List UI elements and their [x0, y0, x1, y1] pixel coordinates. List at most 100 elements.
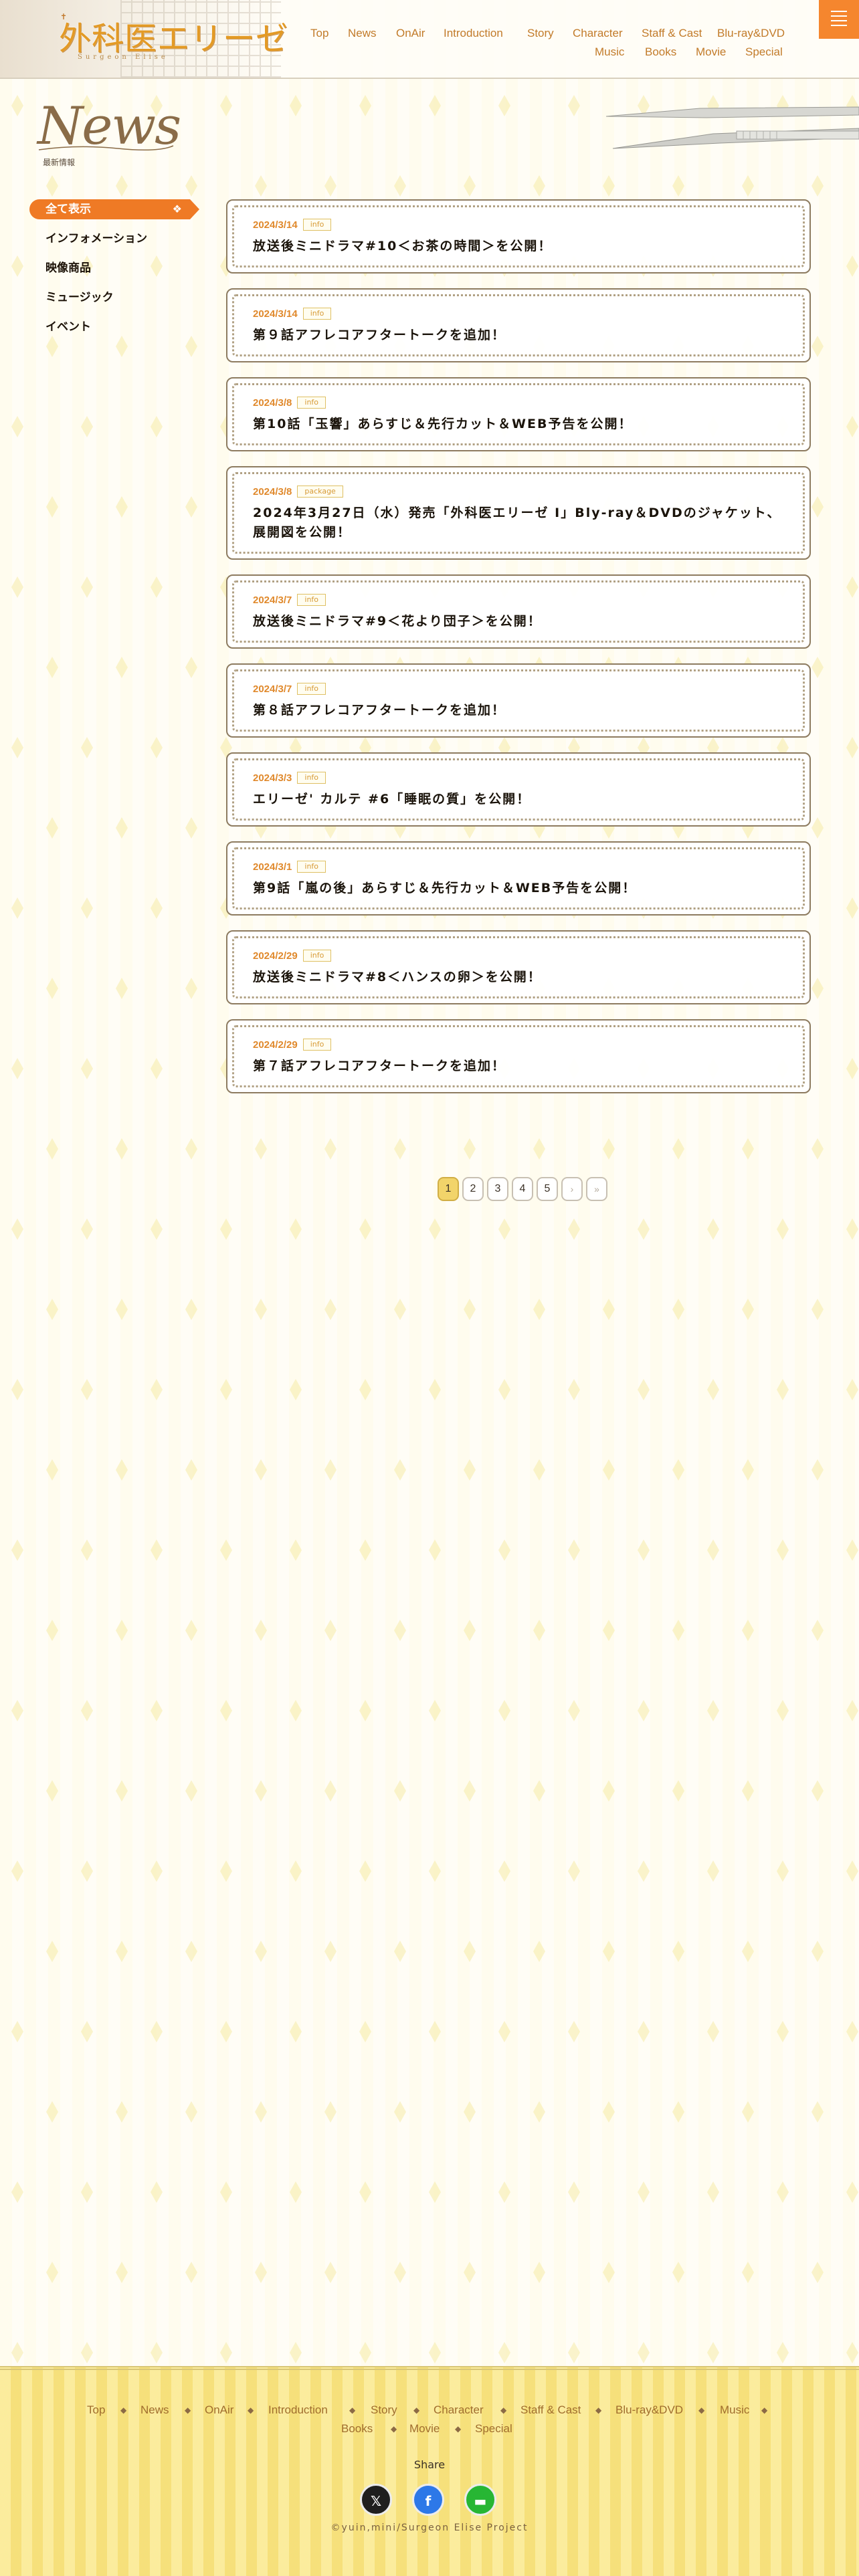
footer-link-music[interactable]: Music — [720, 2403, 749, 2417]
news-tag: info — [297, 772, 326, 784]
nav-link-music[interactable]: Music — [595, 45, 624, 59]
menu-button[interactable] — [819, 0, 859, 39]
nav-link-books[interactable]: Books — [645, 45, 676, 59]
news-title: 放送後ミニドラマ#9＜花より団子＞を公開！ — [253, 614, 542, 629]
category-information[interactable]: インフォメーション — [29, 229, 190, 258]
news-title: 第9話「嵐の後」あらすじ＆先行カット＆WEB予告を公開！ — [253, 881, 637, 895]
news-tag: info — [302, 219, 332, 231]
news-date: 2024/3/14 — [253, 308, 298, 320]
separator-diamond-icon: ◆ — [248, 2405, 254, 2415]
nav-link-staff-cast[interactable]: Staff & Cast — [642, 27, 702, 40]
nav-link-character[interactable]: Character — [573, 27, 623, 40]
category-all[interactable]: 全て表示 ❖ — [29, 199, 199, 219]
news-title: 放送後ミニドラマ#10＜お茶の時間＞を公開！ — [253, 239, 553, 253]
line-share-button[interactable]: ▬ — [464, 2484, 496, 2516]
separator-diamond-icon: ◆ — [500, 2405, 507, 2415]
x-share-button[interactable]: 𝕏 — [360, 2484, 392, 2516]
news-item[interactable]: 2024/3/1 info 第9話「嵐の後」あらすじ＆先行カット＆WEB予告を公開… — [226, 841, 811, 916]
nav-link-top[interactable]: Top — [310, 27, 328, 40]
nav-link-special[interactable]: Special — [745, 45, 783, 59]
pagination: 1 2 3 4 5 › » — [438, 1177, 607, 1201]
separator-diamond-icon: ◆ — [698, 2405, 705, 2415]
footer-link-news[interactable]: News — [140, 2403, 169, 2417]
line-icon: ▬ — [474, 2493, 487, 2509]
nav-link-news[interactable]: News — [348, 27, 377, 40]
page-title-ja: 最新情報 — [43, 158, 76, 167]
news-item[interactable]: 2024/3/3 info エリーゼ' カルテ #6「睡眠の質」を公開！ — [226, 752, 811, 827]
category-video[interactable]: 映像商品 — [29, 258, 190, 288]
news-list: 2024/3/14 info 放送後ミニドラマ#10＜お茶の時間＞を公開！ 202… — [226, 199, 811, 1108]
footer-link-bluray-dvd[interactable]: Blu-ray&DVD — [615, 2403, 683, 2417]
page-button-current[interactable]: 1 — [438, 1177, 459, 1201]
footer-link-story[interactable]: Story — [371, 2403, 397, 2417]
footer-link-character[interactable]: Character — [434, 2403, 484, 2417]
page-button[interactable]: 4 — [512, 1177, 533, 1201]
site-logo[interactable]: ✝ 外科医エリーゼ Surgeon Elise — [59, 12, 308, 64]
nav-link-movie[interactable]: Movie — [696, 45, 726, 59]
diamond-icon: ❖ — [172, 203, 182, 215]
category-label: ミュージック — [45, 291, 114, 304]
logo-text: 外科医エリーゼ — [59, 20, 289, 58]
news-title: エリーゼ' カルテ #6「睡眠の質」を公開！ — [253, 792, 531, 807]
separator-diamond-icon: ◆ — [595, 2405, 602, 2415]
category-label: 映像商品 — [45, 261, 91, 275]
news-title: 第７話アフレコアフタートークを追加！ — [253, 1059, 506, 1073]
news-tag: info — [297, 861, 326, 873]
page-button[interactable]: 2 — [462, 1177, 484, 1201]
news-date: 2024/3/3 — [253, 772, 292, 784]
page-title: News 最新情報 — [37, 100, 181, 168]
news-date: 2024/3/1 — [253, 861, 292, 873]
category-event[interactable]: イベント — [29, 317, 190, 346]
news-tag: info — [297, 594, 326, 606]
news-date: 2024/2/29 — [253, 1039, 298, 1051]
news-item[interactable]: 2024/3/8 info 第10話「玉響」あらすじ＆先行カット＆WEB予告を公開… — [226, 377, 811, 451]
scalpel-illustration — [605, 106, 859, 149]
nav-link-onair[interactable]: OnAir — [396, 27, 425, 40]
news-item[interactable]: 2024/3/14 info 放送後ミニドラマ#10＜お茶の時間＞を公開！ — [226, 199, 811, 274]
category-label: インフォメーション — [45, 232, 148, 245]
copyright: ©yuin,mini/Surgeon Elise Project — [330, 2523, 529, 2533]
news-date: 2024/2/29 — [253, 950, 298, 962]
news-item[interactable]: 2024/3/7 info 第８話アフレコアフタートークを追加！ — [226, 663, 811, 738]
news-title: 第10話「玉響」あらすじ＆先行カット＆WEB予告を公開！ — [253, 417, 633, 431]
footer-link-introduction[interactable]: Introduction — [268, 2403, 328, 2417]
nav-link-story[interactable]: Story — [527, 27, 554, 40]
footer-link-movie[interactable]: Movie — [409, 2422, 440, 2436]
news-tag: info — [302, 1039, 332, 1051]
nav-link-bluray-dvd[interactable]: Blu-ray&DVD — [717, 27, 785, 40]
news-item[interactable]: 2024/3/8 package 2024年3月27日（水）発売「外科医エリーゼ … — [226, 466, 811, 560]
news-title: 第９話アフレコアフタートークを追加！ — [253, 328, 506, 342]
news-date: 2024/3/8 — [253, 397, 292, 409]
last-page-icon[interactable]: » — [586, 1177, 607, 1201]
news-item[interactable]: 2024/3/14 info 第９話アフレコアフタートークを追加！ — [226, 288, 811, 362]
page-button[interactable]: 3 — [487, 1177, 508, 1201]
separator-diamond-icon: ◆ — [185, 2405, 191, 2415]
facebook-share-button[interactable]: f — [412, 2484, 444, 2516]
footer-link-special[interactable]: Special — [475, 2422, 512, 2436]
category-label: イベント — [45, 320, 91, 334]
news-item[interactable]: 2024/2/29 info 放送後ミニドラマ#8＜ハンスの卵＞を公開！ — [226, 930, 811, 1004]
news-title: 第８話アフレコアフタートークを追加！ — [253, 703, 506, 718]
category-music[interactable]: ミュージック — [29, 288, 190, 317]
next-page-icon[interactable]: › — [561, 1177, 583, 1201]
logo-subtitle: Surgeon Elise — [78, 53, 169, 61]
footer-link-onair[interactable]: OnAir — [205, 2403, 233, 2417]
news-item[interactable]: 2024/3/7 info 放送後ミニドラマ#9＜花より団子＞を公開！ — [226, 574, 811, 649]
nav-link-introduction[interactable]: Introduction — [444, 27, 503, 40]
footer-link-staff-cast[interactable]: Staff & Cast — [520, 2403, 581, 2417]
footer-link-top[interactable]: Top — [87, 2403, 105, 2417]
separator-diamond-icon: ◆ — [413, 2405, 420, 2415]
hamburger-icon — [831, 11, 847, 12]
page-button[interactable]: 5 — [537, 1177, 558, 1201]
footer-link-books[interactable]: Books — [341, 2422, 373, 2436]
site-header: ✝ 外科医エリーゼ Surgeon Elise Top News OnAir I… — [0, 0, 859, 79]
news-item[interactable]: 2024/2/29 info 第７話アフレコアフタートークを追加！ — [226, 1019, 811, 1093]
news-date: 2024/3/14 — [253, 219, 298, 231]
news-date: 2024/3/8 — [253, 486, 292, 498]
separator-diamond-icon: ◆ — [455, 2424, 462, 2434]
news-title: 放送後ミニドラマ#8＜ハンスの卵＞を公開！ — [253, 970, 542, 984]
news-title: 2024年3月27日（水）発売「外科医エリーゼ Ⅰ」Bly-ray＆DVDのジャ… — [253, 506, 781, 540]
news-tag: info — [302, 308, 332, 320]
global-nav: Top News OnAir Introduction Story Charac… — [294, 27, 803, 67]
separator-diamond-icon: ◆ — [761, 2405, 768, 2415]
